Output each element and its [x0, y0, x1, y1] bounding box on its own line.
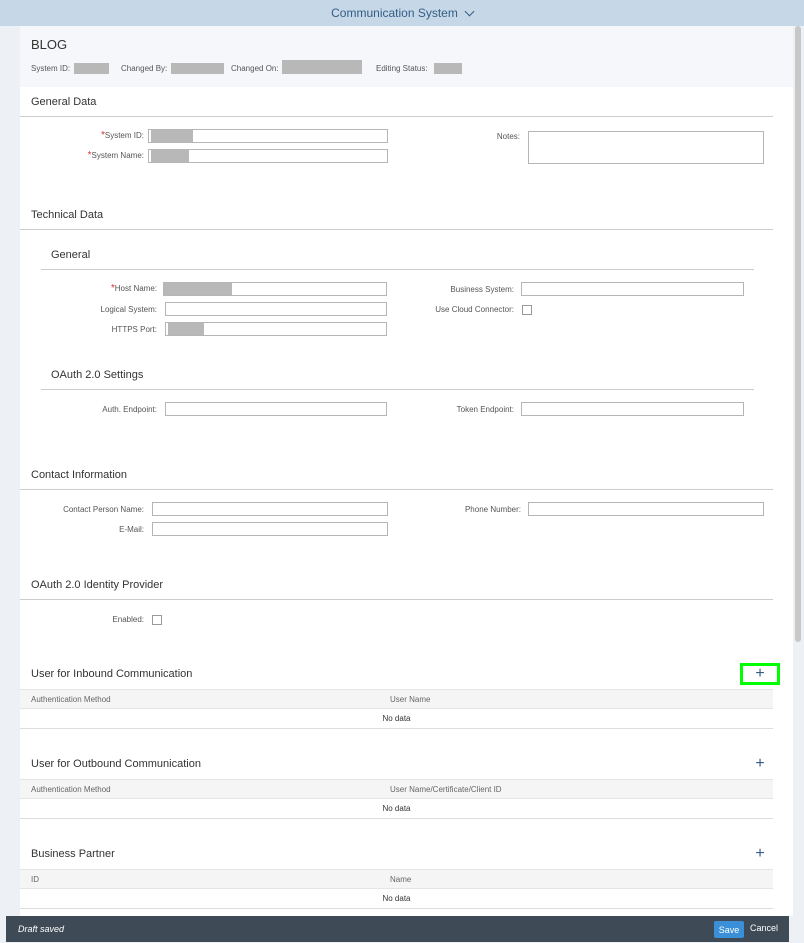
email-field[interactable] — [152, 522, 388, 536]
add-inbound-user-button[interactable]: + — [740, 663, 780, 685]
logical-system-field[interactable] — [165, 302, 387, 316]
inbound-title: User for Inbound Communication — [31, 668, 193, 680]
object-page: BLOG System ID: Changed By: Changed On: … — [20, 26, 793, 916]
column-authentication-method[interactable]: Authentication Method — [31, 695, 111, 704]
https-port-label: HTTPS Port: — [111, 325, 157, 334]
section-divider — [20, 599, 773, 600]
phone-number-label: Phone Number: — [464, 505, 521, 514]
chevron-down-icon — [464, 6, 475, 16]
add-outbound-user-button[interactable]: + — [740, 753, 780, 775]
enabled-checkbox[interactable] — [152, 615, 162, 625]
use-cloud-connector-checkbox[interactable] — [522, 305, 532, 315]
add-business-partner-button[interactable]: + — [740, 843, 780, 865]
technical-general-title: General — [51, 249, 91, 261]
outbound-table-header: Authentication Method User Name/Certific… — [20, 779, 773, 799]
https-port-field[interactable] — [165, 322, 387, 336]
column-user-name[interactable]: User Name — [390, 695, 430, 704]
business-system-field[interactable] — [521, 282, 744, 296]
shell-bar: Communication System — [0, 0, 804, 26]
object-title: BLOG — [31, 37, 68, 52]
contact-information-title: Contact Information — [31, 469, 127, 481]
page-scrollbar[interactable] — [795, 26, 801, 642]
general-data-title: General Data — [31, 96, 97, 108]
system-name-label: *System Name: — [87, 150, 144, 161]
token-endpoint-field[interactable] — [521, 402, 744, 416]
column-authentication-method[interactable]: Authentication Method — [31, 785, 111, 794]
cancel-button[interactable]: Cancel — [750, 923, 778, 933]
save-button[interactable]: Save — [714, 921, 744, 938]
logical-system-label: Logical System: — [100, 305, 157, 314]
system-name-field[interactable] — [148, 149, 388, 163]
contact-person-field[interactable] — [152, 502, 388, 516]
header-changed-by-label: Changed By: — [121, 64, 168, 73]
technical-data-title: Technical Data — [31, 209, 104, 221]
inbound-no-data: No data — [20, 709, 773, 729]
redacted-changed-on — [282, 60, 362, 74]
auth-endpoint-field[interactable] — [165, 402, 387, 416]
redacted-editing-status — [434, 63, 462, 74]
system-id-field[interactable] — [148, 129, 388, 143]
header-editing-status-label: Editing Status: — [376, 64, 428, 73]
host-name-field[interactable] — [163, 282, 387, 296]
subsection-divider — [41, 269, 754, 270]
section-divider — [20, 489, 773, 490]
section-divider — [20, 116, 773, 117]
object-header: BLOG System ID: Changed By: Changed On: … — [20, 26, 793, 87]
token-endpoint-label: Token Endpoint: — [456, 405, 514, 414]
inbound-table-header: Authentication Method User Name — [20, 689, 773, 709]
outbound-no-data: No data — [20, 799, 773, 819]
oauth-idp-title: OAuth 2.0 Identity Provider — [31, 579, 164, 591]
contact-person-label: Contact Person Name: — [63, 505, 144, 514]
notes-label: Notes: — [496, 132, 520, 141]
outbound-title: User for Outbound Communication — [31, 758, 201, 770]
phone-number-field[interactable] — [528, 502, 764, 516]
column-user-name-certificate[interactable]: User Name/Certificate/Client ID — [390, 785, 502, 794]
footer-toolbar: Draft saved Save Cancel — [6, 916, 789, 942]
notes-field[interactable] — [528, 131, 764, 164]
redacted-changed-by — [171, 63, 224, 74]
column-id[interactable]: ID — [31, 875, 39, 884]
business-partner-no-data: No data — [20, 889, 773, 909]
host-name-label: *Host Name: — [110, 283, 157, 294]
business-system-label: Business System: — [450, 285, 514, 294]
column-name[interactable]: Name — [390, 875, 411, 884]
oauth-settings-title: OAuth 2.0 Settings — [51, 369, 144, 381]
header-changed-on-label: Changed On: — [231, 64, 279, 73]
section-divider — [20, 229, 773, 230]
enabled-label: Enabled: — [112, 615, 144, 624]
system-id-label: *System ID: — [100, 130, 144, 141]
draft-status: Draft saved — [18, 924, 65, 934]
email-label: E-Mail: — [119, 525, 144, 534]
auth-endpoint-label: Auth. Endpoint: — [102, 405, 157, 414]
header-system-id-label: System ID: — [31, 64, 71, 73]
redacted-system-id — [74, 63, 109, 74]
business-partner-table-header: ID Name — [20, 869, 773, 889]
app-title-menu[interactable]: Communication System — [331, 6, 475, 20]
business-partner-title: Business Partner — [31, 848, 115, 860]
subsection-divider — [41, 389, 754, 390]
use-cloud-connector-label: Use Cloud Connector: — [435, 305, 514, 314]
app-title: Communication System — [331, 6, 458, 20]
